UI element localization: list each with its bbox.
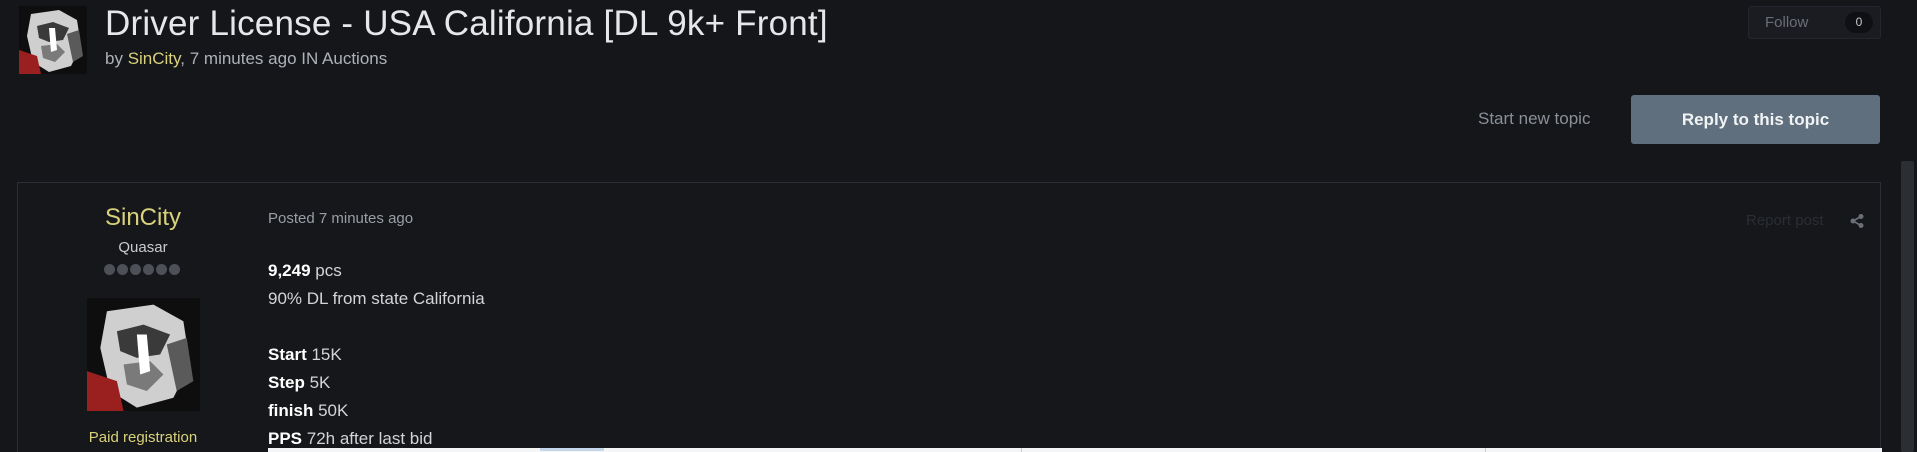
by-prefix: by [105, 49, 128, 68]
forum-link[interactable]: Auctions [322, 49, 387, 68]
start-new-topic-link[interactable]: Start new topic [1478, 109, 1590, 129]
count-value: 9,249 [268, 261, 311, 280]
scrollbar-thumb[interactable] [1901, 161, 1914, 452]
post-author-avatar[interactable] [87, 298, 200, 411]
follow-count-badge: 0 [1845, 12, 1873, 33]
rank-pip-icons [104, 264, 180, 276]
topic-author-avatar[interactable] [19, 6, 87, 74]
topic-time: , 7 minutes ago IN [180, 49, 323, 68]
post-line-start: Start 15K [268, 341, 485, 369]
rank-pip-icon [169, 264, 180, 275]
rank-pip-icon [117, 264, 128, 275]
post-line-count: 9,249 pcs [268, 257, 485, 285]
pps-value: 72h after last bid [302, 429, 433, 448]
author-rank: Quasar [118, 239, 168, 256]
rank-pip-icon [143, 264, 154, 275]
table-selection [540, 448, 604, 451]
share-icon[interactable] [1849, 213, 1865, 229]
post-author-name[interactable]: SinCity [18, 204, 268, 232]
reply-to-topic-button[interactable]: Reply to this topic [1631, 95, 1880, 144]
data-table-preview [268, 448, 1882, 452]
count-unit: pcs [310, 261, 342, 280]
follow-button[interactable]: Follow 0 [1748, 6, 1881, 39]
topic-page: Driver License - USA California [DL 9k+ … [0, 0, 1917, 452]
rank-pip-icon [156, 264, 167, 275]
post-line-step: Step 5K [268, 369, 485, 397]
follow-label: Follow [1765, 14, 1809, 31]
table-column-divider [1485, 448, 1486, 452]
pps-label: PPS [268, 429, 303, 448]
post-line-state: 90% DL from state California [268, 289, 485, 308]
start-value: 15K [306, 345, 342, 364]
topic-meta: by SinCity, 7 minutes ago IN Auctions [105, 49, 387, 69]
post: SinCity Quasar Paid registration Posted … [17, 182, 1882, 452]
author-group: Paid registration [88, 429, 198, 446]
finish-label: finish [268, 401, 314, 420]
topic-author-link[interactable]: SinCity [128, 49, 181, 68]
step-value: 5K [304, 373, 331, 392]
author-panel: SinCity Quasar Paid registration [18, 183, 268, 452]
start-label: Start [268, 345, 307, 364]
step-label: Step [268, 373, 305, 392]
post-body: 9,249 pcs 90% DL from state California S… [268, 257, 485, 452]
post-date[interactable]: Posted 7 minutes ago [268, 210, 413, 227]
topic-title: Driver License - USA California [DL 9k+ … [105, 4, 828, 43]
table-column-divider [1021, 448, 1022, 452]
finish-value: 50K [313, 401, 349, 420]
report-post-link[interactable]: Report post [1746, 212, 1824, 229]
post-line-finish: finish 50K [268, 397, 485, 425]
rank-pip-icon [104, 264, 115, 275]
rank-pip-icon [130, 264, 141, 275]
